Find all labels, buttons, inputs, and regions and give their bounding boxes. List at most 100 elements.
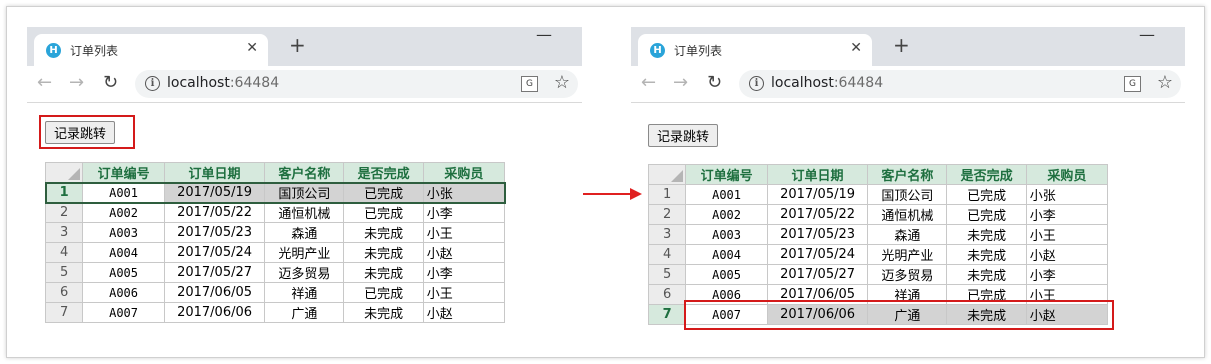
- table-row[interactable]: 5 A005 2017/05/27 迈多贸易 未完成 小李: [647, 264, 1109, 285]
- info-icon[interactable]: i: [145, 76, 160, 91]
- table-row[interactable]: 1 A001 2017/05/19 国顶公司 已完成 小张: [44, 181, 506, 204]
- row-number[interactable]: 7: [647, 304, 687, 325]
- row-number[interactable]: 2: [44, 202, 84, 223]
- close-tab-icon[interactable]: ✕: [246, 40, 258, 56]
- buyer-cell[interactable]: 小李: [1025, 264, 1109, 285]
- column-header-code[interactable]: 订单编号: [685, 164, 768, 185]
- order-date-cell[interactable]: 2017/05/23: [163, 222, 266, 243]
- column-header-buyer[interactable]: 采购员: [1025, 164, 1109, 185]
- order-date-cell[interactable]: 2017/06/05: [163, 282, 266, 303]
- column-header-date[interactable]: 订单日期: [766, 164, 869, 185]
- reload-icon[interactable]: ↻: [707, 72, 722, 93]
- customer-name-cell[interactable]: 光明产业: [264, 242, 345, 263]
- grid-corner[interactable]: [647, 164, 687, 185]
- row-number[interactable]: 4: [647, 244, 687, 265]
- order-code-cell[interactable]: A003: [685, 224, 768, 245]
- new-tab-button[interactable]: +: [893, 33, 910, 57]
- buyer-cell[interactable]: 小张: [1025, 184, 1109, 205]
- row-number[interactable]: 7: [44, 302, 84, 323]
- bookmark-star-icon[interactable]: ☆: [554, 72, 570, 93]
- buyer-cell[interactable]: 小王: [1025, 224, 1109, 245]
- customer-name-cell[interactable]: 通恒机械: [867, 204, 948, 225]
- row-number[interactable]: 5: [647, 264, 687, 285]
- order-code-cell[interactable]: A004: [685, 244, 768, 265]
- row-number[interactable]: 6: [44, 282, 84, 303]
- status-cell[interactable]: 未完成: [343, 262, 424, 283]
- order-date-cell[interactable]: 2017/05/27: [163, 262, 266, 283]
- minimize-button[interactable]: —: [1139, 25, 1155, 44]
- column-header-status[interactable]: 是否完成: [343, 162, 424, 183]
- browser-tab[interactable]: H 订单列表 ✕: [34, 34, 268, 66]
- buyer-cell[interactable]: 小赵: [1025, 244, 1109, 265]
- status-cell[interactable]: 已完成: [343, 182, 424, 203]
- table-row[interactable]: 1 A001 2017/05/19 国顶公司 已完成 小张: [647, 184, 1109, 205]
- grid-corner[interactable]: [44, 162, 84, 183]
- column-header-date[interactable]: 订单日期: [163, 162, 266, 183]
- order-code-cell[interactable]: A003: [82, 222, 165, 243]
- table-row[interactable]: 2 A002 2017/05/22 通恒机械 已完成 小李: [44, 202, 506, 223]
- close-tab-icon[interactable]: ✕: [850, 40, 862, 56]
- reload-icon[interactable]: ↻: [103, 72, 118, 93]
- status-cell[interactable]: 未完成: [946, 244, 1027, 265]
- bookmark-star-icon[interactable]: ☆: [1157, 72, 1173, 93]
- customer-name-cell[interactable]: 祥通: [264, 282, 345, 303]
- back-arrow-icon[interactable]: ←: [37, 72, 52, 93]
- customer-name-cell[interactable]: 国顶公司: [867, 184, 948, 205]
- order-code-cell[interactable]: A004: [82, 242, 165, 263]
- order-date-cell[interactable]: 2017/05/24: [163, 242, 266, 263]
- table-row[interactable]: 4 A004 2017/05/24 光明产业 未完成 小赵: [44, 242, 506, 263]
- back-arrow-icon[interactable]: ←: [641, 72, 656, 93]
- status-cell[interactable]: 已完成: [343, 282, 424, 303]
- order-code-cell[interactable]: A005: [82, 262, 165, 283]
- order-date-cell[interactable]: 2017/05/19: [766, 184, 869, 205]
- translate-icon[interactable]: G: [1124, 76, 1141, 92]
- order-date-cell[interactable]: 2017/05/24: [766, 244, 869, 265]
- table-row[interactable]: 6 A006 2017/06/05 祥通 已完成 小王: [44, 282, 506, 303]
- table-row[interactable]: 3 A003 2017/05/23 森通 未完成 小王: [647, 224, 1109, 245]
- info-icon[interactable]: i: [749, 76, 764, 91]
- row-number[interactable]: 6: [647, 284, 687, 305]
- customer-name-cell[interactable]: 通恒机械: [264, 202, 345, 223]
- buyer-cell[interactable]: 小赵: [422, 242, 506, 263]
- customer-name-cell[interactable]: 光明产业: [867, 244, 948, 265]
- customer-name-cell[interactable]: 国顶公司: [264, 182, 345, 203]
- status-cell[interactable]: 已完成: [343, 202, 424, 223]
- browser-tab[interactable]: H 订单列表 ✕: [638, 34, 872, 66]
- table-row[interactable]: 2 A002 2017/05/22 通恒机械 已完成 小李: [647, 204, 1109, 225]
- order-code-cell[interactable]: A002: [82, 202, 165, 223]
- buyer-cell[interactable]: 小李: [422, 262, 506, 283]
- record-jump-button[interactable]: 记录跳转: [648, 124, 719, 147]
- row-number[interactable]: 4: [44, 242, 84, 263]
- row-number[interactable]: 1: [44, 182, 84, 203]
- order-date-cell[interactable]: 2017/05/22: [766, 204, 869, 225]
- buyer-cell[interactable]: 小王: [422, 222, 506, 243]
- status-cell[interactable]: 未完成: [343, 222, 424, 243]
- column-header-customer[interactable]: 客户名称: [867, 164, 948, 185]
- status-cell[interactable]: 已完成: [946, 204, 1027, 225]
- status-cell[interactable]: 未完成: [343, 302, 424, 323]
- buyer-cell[interactable]: 小王: [422, 282, 506, 303]
- order-code-cell[interactable]: A006: [82, 282, 165, 303]
- forward-arrow-icon[interactable]: →: [69, 72, 84, 93]
- row-number[interactable]: 3: [647, 224, 687, 245]
- new-tab-button[interactable]: +: [289, 33, 306, 57]
- customer-name-cell[interactable]: 森通: [867, 224, 948, 245]
- address-bar[interactable]: i localhost:64484 G ☆: [135, 70, 578, 98]
- order-code-cell[interactable]: A005: [685, 264, 768, 285]
- buyer-cell[interactable]: 小李: [1025, 204, 1109, 225]
- row-number[interactable]: 5: [44, 262, 84, 283]
- order-date-cell[interactable]: 2017/05/27: [766, 264, 869, 285]
- customer-name-cell[interactable]: 迈多贸易: [867, 264, 948, 285]
- order-code-cell[interactable]: A001: [82, 182, 165, 203]
- status-cell[interactable]: 未完成: [946, 224, 1027, 245]
- column-header-buyer[interactable]: 采购员: [422, 162, 506, 183]
- row-number[interactable]: 2: [647, 204, 687, 225]
- order-date-cell[interactable]: 2017/05/22: [163, 202, 266, 223]
- table-row[interactable]: 5 A005 2017/05/27 迈多贸易 未完成 小李: [44, 262, 506, 283]
- status-cell[interactable]: 未完成: [343, 242, 424, 263]
- status-cell[interactable]: 已完成: [946, 184, 1027, 205]
- minimize-button[interactable]: —: [536, 25, 552, 44]
- column-header-customer[interactable]: 客户名称: [264, 162, 345, 183]
- order-date-cell[interactable]: 2017/05/19: [163, 182, 266, 203]
- order-date-cell[interactable]: 2017/05/23: [766, 224, 869, 245]
